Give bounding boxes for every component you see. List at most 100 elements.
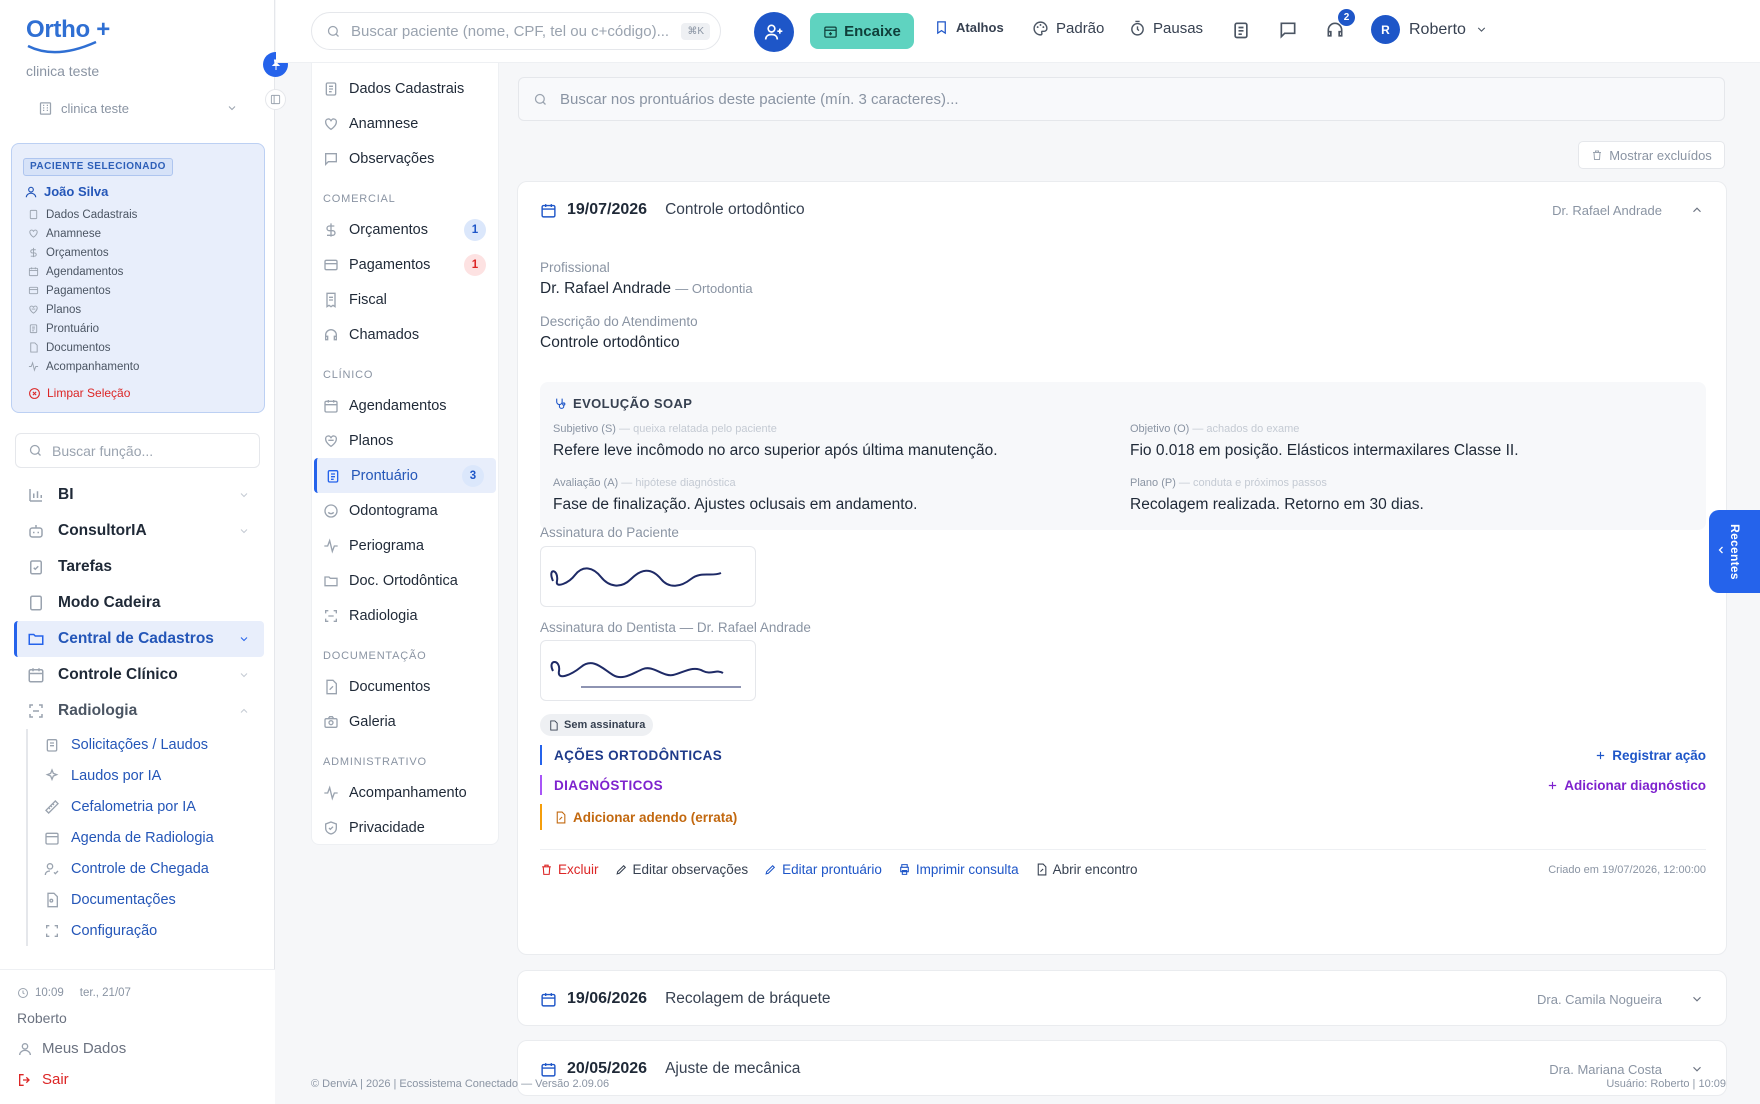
diagnostics-section: DIAGNÓSTICOS Adicionar diagnóstico: [540, 775, 1706, 795]
menu-item-bi[interactable]: BI: [14, 477, 264, 513]
register-action-button[interactable]: Registrar ação: [1595, 748, 1706, 763]
encaixe-button[interactable]: Encaixe: [810, 13, 914, 49]
file-edit-icon: [323, 679, 339, 695]
records-search-input[interactable]: Buscar nos prontuários deste paciente (m…: [518, 77, 1725, 121]
chevron-down-icon[interactable]: [1690, 1062, 1704, 1076]
subnav-doc-ortodontica[interactable]: Doc. Ortodôntica: [312, 563, 498, 598]
record-header[interactable]: 19/06/2026 Recolagem de bráquete Dra. Ca…: [518, 971, 1726, 1027]
submenu-cefalometria[interactable]: Cefalometria por IA: [44, 791, 264, 822]
brand-logo[interactable]: Ortho +: [26, 16, 110, 56]
patient-link-dados[interactable]: Dados Cadastrais: [28, 205, 139, 224]
sparkles-icon: [44, 767, 60, 784]
camera-icon: [323, 714, 339, 730]
subnav-odontograma[interactable]: Odontograma: [312, 493, 498, 528]
submenu-laudos-ia[interactable]: Laudos por IA: [44, 760, 264, 791]
subnav-chamados[interactable]: Chamados: [312, 317, 498, 352]
calendar-icon: [28, 266, 39, 277]
subnav-documentos[interactable]: Documentos: [312, 669, 498, 704]
patient-search-input[interactable]: Buscar paciente (nome, CPF, tel ou c+cód…: [311, 12, 721, 50]
chevron-down-icon[interactable]: [1690, 992, 1704, 1006]
footer-copyright: © DenviA | 2026 | Ecossistema Conectado …: [311, 1078, 610, 1090]
function-search-placeholder: Buscar função...: [52, 442, 154, 459]
patient-link-acompanhamento[interactable]: Acompanhamento: [28, 357, 139, 376]
plus-icon: [1595, 750, 1606, 761]
page-footer: © DenviA | 2026 | Ecossistema Conectado …: [311, 1078, 1726, 1090]
collapse-sidebar-icon[interactable]: [265, 89, 286, 110]
subnav-radiologia[interactable]: Radiologia: [312, 598, 498, 633]
submenu-documentacoes[interactable]: Documentações: [44, 884, 264, 915]
subnav-dados-cadastrais[interactable]: Dados Cadastrais: [312, 71, 498, 106]
clipboard-icon: [325, 468, 341, 484]
submenu-agenda-radiologia[interactable]: Agenda de Radiologia: [44, 822, 264, 853]
subnav-observacoes[interactable]: Observações: [312, 141, 498, 176]
logout-link[interactable]: Sair: [17, 1071, 69, 1088]
add-patient-button[interactable]: [754, 12, 794, 52]
menu-item-controle-clinico[interactable]: Controle Clínico: [14, 657, 264, 693]
submenu-controle-chegada[interactable]: Controle de Chegada: [44, 853, 264, 884]
subnav-planos[interactable]: Planos: [312, 423, 498, 458]
delete-record-button[interactable]: Excluir: [540, 862, 599, 877]
subnav-prontuario[interactable]: Prontuário 3: [314, 458, 496, 493]
palette-icon: [1032, 20, 1049, 37]
plan-icon: [323, 433, 339, 449]
clinic-select[interactable]: clinica teste: [38, 96, 238, 120]
show-excluded-button[interactable]: Mostrar excluídos: [1578, 141, 1725, 169]
add-diagnostic-button[interactable]: Adicionar diagnóstico: [1547, 778, 1706, 793]
subnav-galeria[interactable]: Galeria: [312, 704, 498, 739]
calendar-icon: [540, 202, 557, 219]
chat-icon[interactable]: [1278, 20, 1298, 40]
user-check-icon: [44, 861, 60, 877]
record-date: 19/07/2026: [567, 201, 648, 218]
subnav-agendamentos[interactable]: Agendamentos: [312, 388, 498, 423]
section-marker: [540, 804, 542, 830]
add-addendum-button[interactable]: Adicionar adendo (errata): [554, 810, 737, 825]
padrao-button[interactable]: Padrão: [1032, 20, 1104, 37]
recents-label: Recentes: [1728, 524, 1742, 580]
plan-icon: [28, 304, 39, 315]
patient-link-documentos[interactable]: Documentos: [28, 338, 139, 357]
patient-link-anamnese[interactable]: Anamnese: [28, 224, 139, 243]
patient-link-pagamentos[interactable]: Pagamentos: [28, 281, 139, 300]
recents-drawer-tab[interactable]: Recentes: [1709, 510, 1760, 593]
menu-item-radiologia[interactable]: Radiologia: [14, 693, 264, 729]
submenu-solicitacoes[interactable]: Solicitações / Laudos: [44, 729, 264, 760]
pausas-button[interactable]: Pausas: [1129, 20, 1203, 37]
submenu-configuracao[interactable]: Configuração: [44, 915, 264, 946]
patient-signature: [540, 546, 756, 607]
chevron-up-icon[interactable]: [1690, 203, 1704, 217]
calendar-icon: [323, 398, 339, 414]
menu-item-tarefas[interactable]: Tarefas: [14, 549, 264, 585]
edit-observations-button[interactable]: Editar observações: [615, 862, 748, 877]
file-icon: [28, 342, 39, 353]
menu-item-central-cadastros[interactable]: Central de Cadastros: [14, 621, 264, 657]
printer-icon: [898, 863, 911, 876]
patient-link-orcamentos[interactable]: Orçamentos: [28, 243, 139, 262]
subnav-pagamentos[interactable]: Pagamentos 1: [312, 247, 498, 282]
user-menu[interactable]: R Roberto: [1371, 15, 1488, 44]
subnav-fiscal[interactable]: Fiscal: [312, 282, 498, 317]
patient-link-planos[interactable]: Planos: [28, 300, 139, 319]
subnav-periograma[interactable]: Periograma: [312, 528, 498, 563]
atalhos-button[interactable]: Atalhos: [934, 20, 1004, 35]
patient-link-prontuario[interactable]: Prontuário: [28, 319, 139, 338]
open-encounter-button[interactable]: Abrir encontro: [1035, 862, 1137, 877]
subnav-acompanhamento[interactable]: Acompanhamento: [312, 775, 498, 810]
menu-item-modo-cadeira[interactable]: Modo Cadeira: [14, 585, 264, 621]
print-consultation-button[interactable]: Imprimir consulta: [898, 862, 1019, 877]
patient-link-agendamentos[interactable]: Agendamentos: [28, 262, 139, 281]
function-search-input[interactable]: Buscar função...: [15, 433, 260, 468]
robot-icon: [27, 522, 45, 540]
record-date: 19/06/2026: [567, 990, 648, 1007]
record-header[interactable]: 19/07/2026 Controle ortodôntico Dr. Rafa…: [518, 182, 1726, 238]
clear-selection-button[interactable]: Limpar Seleção: [28, 386, 130, 400]
patient-name[interactable]: João Silva: [24, 184, 108, 199]
clipboard-icon[interactable]: [1231, 20, 1251, 40]
my-data-link[interactable]: Meus Dados: [17, 1040, 126, 1057]
subnav-anamnese[interactable]: Anamnese: [312, 106, 498, 141]
record-card[interactable]: 19/06/2026 Recolagem de bráquete Dra. Ca…: [517, 970, 1727, 1026]
menu-item-consultoria[interactable]: ConsultorIA: [14, 513, 264, 549]
subnav-privacidade[interactable]: Privacidade: [312, 810, 498, 845]
subnav-orcamentos[interactable]: Orçamentos 1: [312, 212, 498, 247]
headset-icon: [323, 327, 339, 343]
edit-record-button[interactable]: Editar prontuário: [764, 862, 882, 877]
